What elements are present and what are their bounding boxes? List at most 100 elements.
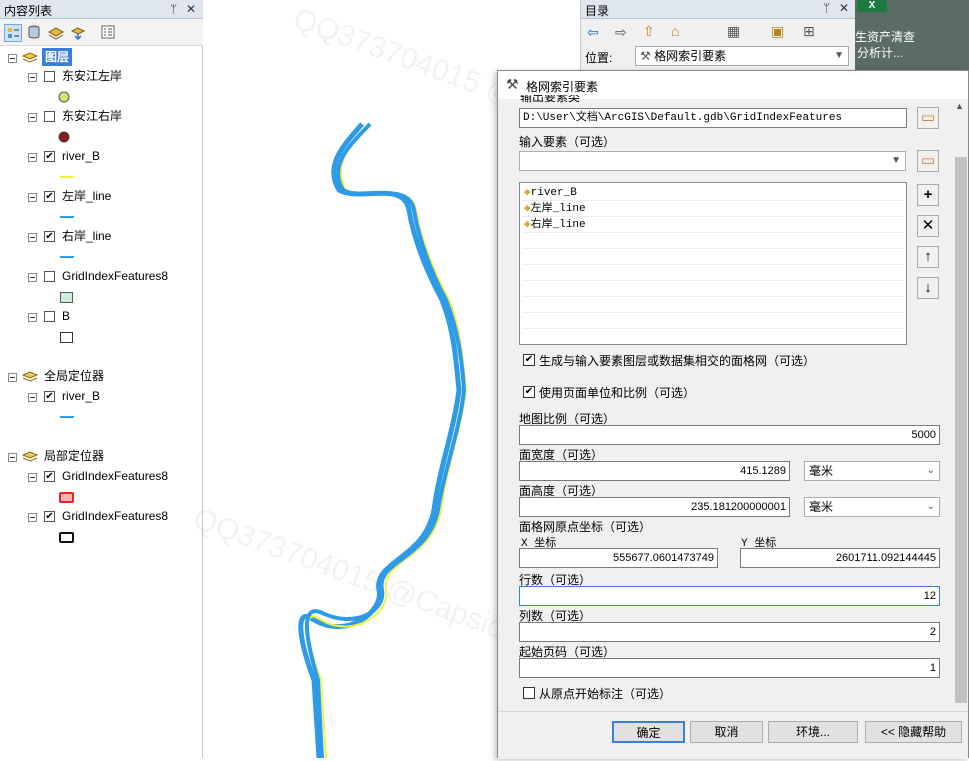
home-icon[interactable]: ⌂	[671, 23, 679, 39]
hammer-icon: ⚒	[506, 76, 519, 92]
list-item[interactable]: ◆右岸_line	[524, 217, 586, 233]
layer-name[interactable]: 左岸_line	[62, 187, 111, 205]
group-global-locator-label[interactable]: 全局定位器	[44, 367, 104, 385]
layer-visibility-checkbox[interactable]	[44, 111, 55, 122]
connect-folder-icon[interactable]: ▣	[771, 23, 784, 40]
cols-input[interactable]: 2	[519, 622, 940, 642]
list-by-drawing-order-icon[interactable]	[4, 24, 22, 42]
output-label: 输出要素类	[520, 95, 581, 103]
map-scale-input[interactable]: 5000	[519, 425, 940, 445]
scrollbar-thumb[interactable]	[955, 157, 967, 703]
intersect-checkbox[interactable]: ✔	[523, 354, 535, 366]
layer-visibility-checkbox[interactable]	[44, 71, 55, 82]
layer-visibility-checkbox[interactable]: ✔	[44, 471, 55, 482]
collapse-toggle[interactable]	[28, 273, 37, 282]
background-window: X 生资产清查 分析计...	[855, 0, 969, 70]
background-text: 分析计...	[857, 46, 904, 60]
output-feature-class-input[interactable]: D:\User\文档\ArcGIS\Default.gdb\GridIndexF…	[519, 108, 907, 128]
width-unit-select[interactable]: 毫米 ⌄	[804, 461, 940, 481]
forward-arrow-icon[interactable]: ⇨	[615, 24, 627, 41]
width-input[interactable]: 415.1289	[519, 461, 790, 481]
polygon-symbol-icon	[60, 332, 73, 343]
browse-folder-icon[interactable]: ▭	[917, 107, 939, 129]
cancel-button[interactable]: 取消	[690, 721, 763, 743]
group-layers-label[interactable]: 图层	[42, 48, 73, 66]
layer-name[interactable]: GridIndexFeatures8	[62, 467, 168, 485]
pin-icon[interactable]: ᛘ	[170, 2, 177, 16]
list-item[interactable]: ◆左岸_line	[524, 201, 586, 217]
layer-visibility-checkbox[interactable]: ✔	[44, 191, 55, 202]
collapse-toggle[interactable]	[28, 473, 37, 482]
layers-icon	[22, 52, 38, 63]
input-features-list[interactable]: ◆river_B ◆左岸_line ◆右岸_line	[519, 182, 907, 345]
excel-icon[interactable]: X	[857, 0, 887, 12]
input-features-combo[interactable]: ▼	[519, 151, 906, 171]
intersect-label: 生成与输入要素图层或数据集相交的面格网（可选）	[539, 354, 816, 368]
layer-visibility-checkbox[interactable]	[44, 271, 55, 282]
ok-button[interactable]: 确定	[612, 721, 685, 743]
layer-visibility-checkbox[interactable]: ✔	[44, 511, 55, 522]
list-by-source-icon[interactable]	[26, 24, 42, 40]
browse-folder-icon[interactable]: ▭	[917, 150, 939, 172]
move-up-icon[interactable]: ↑	[917, 246, 939, 268]
collapse-toggle[interactable]	[28, 233, 37, 242]
height-input[interactable]: 235.181200000001	[519, 497, 790, 517]
pin-icon[interactable]: ᛘ	[823, 1, 830, 15]
label-from-origin-checkbox[interactable]	[523, 687, 535, 699]
layer-name[interactable]: 东安江右岸	[62, 107, 122, 125]
back-arrow-icon[interactable]: ⇦	[587, 24, 599, 41]
up-folder-icon[interactable]: ⇧	[643, 23, 655, 40]
options-icon[interactable]	[100, 24, 116, 40]
move-down-icon[interactable]: ↓	[917, 277, 939, 299]
remove-icon[interactable]: ✕	[917, 215, 939, 237]
list-by-visibility-icon[interactable]	[48, 24, 64, 40]
environments-button[interactable]: 环境...	[768, 721, 858, 743]
label-from-origin-label: 从原点开始标注（可选）	[539, 687, 672, 701]
collapse-toggle[interactable]	[28, 393, 37, 402]
layer-name[interactable]: river_B	[62, 147, 100, 165]
collapse-toggle[interactable]	[28, 193, 37, 202]
layer-visibility-checkbox[interactable]: ✔	[44, 151, 55, 162]
group-local-locator-label[interactable]: 局部定位器	[44, 447, 104, 465]
add-icon[interactable]: +	[917, 184, 939, 206]
page-units-checkbox[interactable]: ✔	[523, 386, 535, 398]
toggle-tree-icon[interactable]: ⊞	[803, 23, 815, 40]
location-label: 位置:	[585, 51, 613, 65]
catalog-title-bar: 目录 ᛘ ✕	[581, 0, 856, 19]
x-coord-input[interactable]: 555677.0601473749	[519, 548, 718, 568]
layer-name[interactable]: GridIndexFeatures8	[62, 267, 168, 285]
start-page-input[interactable]: 1	[519, 658, 940, 678]
layer-name[interactable]: 东安江左岸	[62, 67, 122, 85]
rows-input[interactable]: 12	[519, 586, 940, 606]
collapse-toggle[interactable]	[8, 54, 17, 63]
layers-icon	[22, 371, 38, 382]
collapse-toggle[interactable]	[28, 113, 37, 122]
layer-visibility-checkbox[interactable]: ✔	[44, 391, 55, 402]
layer-visibility-checkbox[interactable]: ✔	[44, 231, 55, 242]
dialog-scrollbar[interactable]: ▲ ▼	[954, 99, 968, 739]
collapse-toggle[interactable]	[28, 73, 37, 82]
location-combo[interactable]: ⚒ 格网索引要素 ▼	[635, 46, 849, 66]
layer-visibility-checkbox[interactable]	[44, 311, 55, 322]
hide-help-button[interactable]: << 隐藏帮助	[865, 721, 962, 743]
collapse-toggle[interactable]	[28, 313, 37, 322]
collapse-toggle[interactable]	[28, 513, 37, 522]
dialog-title: 格网索引要素	[526, 80, 599, 94]
collapse-toggle[interactable]	[28, 153, 37, 162]
layer-name[interactable]: GridIndexFeatures8	[62, 507, 168, 525]
layer-name[interactable]: B	[62, 307, 70, 325]
close-icon[interactable]: ✕	[839, 1, 849, 15]
view-icon[interactable]: ▦	[727, 23, 740, 40]
close-icon[interactable]: ✕	[186, 2, 196, 16]
toc-title-bar: 内容列表 ᛘ ✕	[0, 0, 203, 19]
chevron-down-icon: ▼	[834, 50, 844, 61]
scroll-up-icon[interactable]: ▲	[955, 101, 964, 111]
list-by-selection-icon[interactable]	[70, 24, 86, 40]
height-unit-select[interactable]: 毫米 ⌄	[804, 497, 940, 517]
collapse-toggle[interactable]	[8, 373, 17, 382]
layer-name[interactable]: river_B	[62, 387, 100, 405]
layer-name[interactable]: 右岸_line	[62, 227, 111, 245]
list-item[interactable]: ◆river_B	[524, 185, 577, 201]
collapse-toggle[interactable]	[8, 453, 17, 462]
y-coord-input[interactable]: 2601711.092144445	[740, 548, 940, 568]
